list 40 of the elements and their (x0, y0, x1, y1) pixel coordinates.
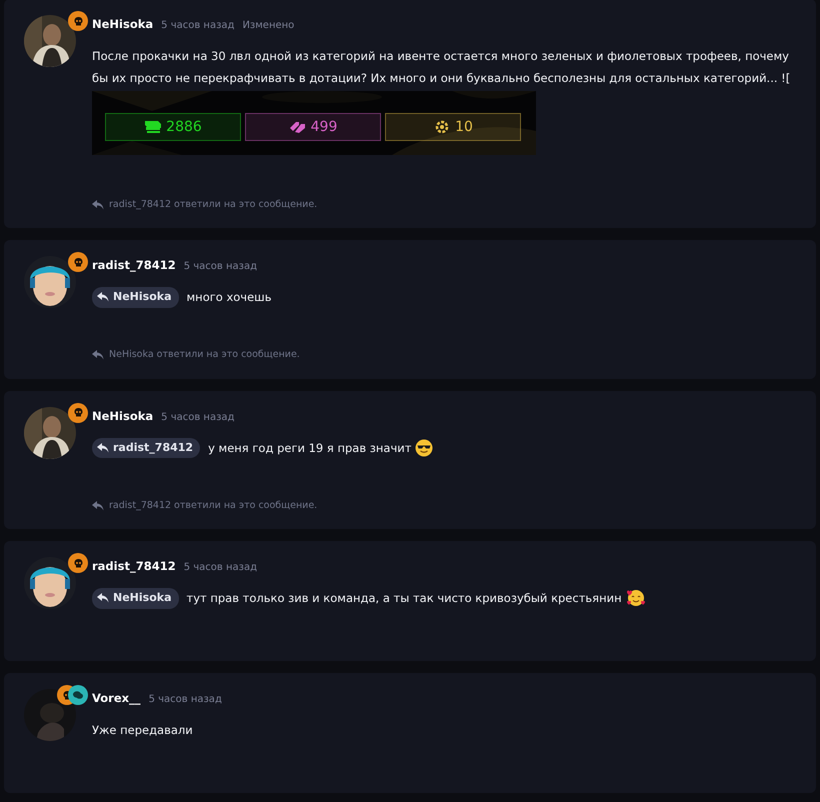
message-text: у меня год реги 19 я прав значит (208, 440, 412, 457)
edited-label: Изменено (242, 19, 294, 33)
reply-mention[interactable]: radist_78412 (92, 438, 200, 458)
reply-icon (97, 292, 109, 302)
reply-mention[interactable]: NeHisoka (92, 588, 178, 608)
smiling-face-hearts-icon (626, 589, 646, 608)
reply-icon (92, 500, 104, 511)
reply-icon (92, 350, 104, 360)
stat-tile: 499 (245, 113, 381, 142)
chat-icon (72, 690, 84, 700)
author-name[interactable]: NeHisoka (92, 16, 154, 34)
timestamp: 5 часов назад (184, 260, 258, 274)
replies-note[interactable]: radist_78412 ответили на это сообщение. (109, 198, 318, 212)
timestamp: 5 часов назад (184, 561, 258, 575)
skull-icon (72, 407, 84, 418)
tags-icon (288, 120, 307, 134)
author-name[interactable]: radist_78412 (92, 558, 176, 576)
skull-icon (72, 256, 84, 268)
stat-tile: 2886 (105, 113, 241, 142)
reply-icon (97, 593, 109, 604)
skull-icon (72, 16, 84, 26)
author-name[interactable]: radist_78412 (92, 257, 176, 274)
author-name[interactable]: NeHisoka (92, 408, 154, 425)
skull-icon (72, 558, 84, 568)
reply-icon (92, 200, 104, 210)
replies-note[interactable]: NeHisoka ответили на это сообщение. (109, 348, 300, 362)
author-name[interactable]: Vorex__ (92, 690, 141, 708)
message-text: После прокачки на 30 лвл одной из категорий на ивенте остается много зеленых и фиолетовых трофеев, почему бы их просто не перекрафчивать в дотации? Их много и они буквально бесполезны для остальных категорий... ![ (92, 48, 792, 88)
timestamp: 5 часов назад (148, 693, 222, 707)
replies-note[interactable]: radist_78412 ответили на это сообщение. (109, 498, 318, 513)
message-text: тут прав только зив и команда, а ты так чисто кривозубый крестьянин (186, 590, 622, 608)
reply-icon (97, 442, 109, 453)
timestamp: 5 часов назад (161, 19, 234, 33)
stat-tile: 10 (385, 113, 521, 142)
message-text: Уже передавали (92, 722, 193, 740)
banknote-stack-icon (144, 120, 162, 134)
sunglasses-face-icon (415, 438, 434, 457)
timestamp: 5 часов назад (161, 410, 234, 424)
message-text: много хочешь (186, 289, 272, 306)
reply-mention[interactable]: NeHisoka (92, 287, 178, 308)
